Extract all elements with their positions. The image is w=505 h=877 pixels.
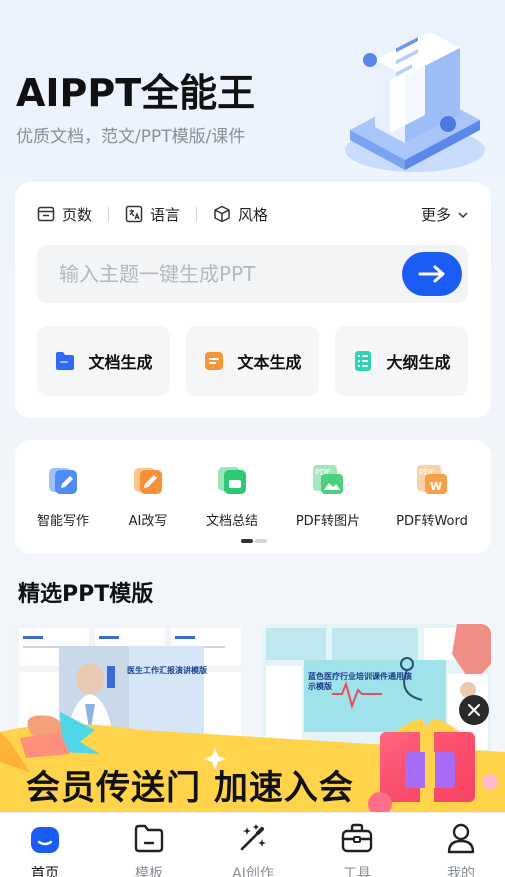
tool-smart-write[interactable]: 智能写作	[18, 464, 108, 529]
tab-label: 首页	[31, 866, 59, 877]
tools-card: 智能写作 AI改写 文档总结 PDF PDF转图片 PDF W PDF转Word	[15, 440, 491, 554]
divider	[108, 207, 110, 221]
close-icon	[468, 704, 480, 716]
tool-pdf-to-word[interactable]: PDF W PDF转Word	[387, 464, 477, 529]
divider	[196, 207, 198, 221]
tool-pdf-to-image[interactable]: PDF PDF转图片	[283, 464, 373, 529]
chevron-down-icon	[458, 211, 468, 218]
pages-icon	[37, 206, 55, 222]
tool-doc-summary[interactable]: 文档总结	[187, 464, 277, 529]
tool-ai-rewrite[interactable]: AI改写	[103, 464, 193, 529]
svg-text:W: W	[430, 480, 442, 493]
home-icon	[31, 827, 59, 853]
ai-create-wand-icon	[240, 824, 266, 851]
app-title: AIPPT全能王	[16, 71, 256, 115]
tool-label: 文档总结	[205, 514, 258, 529]
tab-home[interactable]: 首页	[10, 821, 80, 877]
tool-label: PDF转Word	[396, 514, 468, 529]
tool-label: 智能写作	[36, 514, 89, 529]
tab-ai-create[interactable]: AI创作	[218, 821, 288, 877]
close-banner-button[interactable]	[459, 695, 489, 725]
option-pages[interactable]: 页数	[37, 204, 92, 225]
app-subtitle: 优质文档，范文/PPT模版/课件	[16, 127, 246, 147]
text-generate-label: 文本生成	[237, 353, 302, 372]
membership-promo-banner[interactable]: 会员传送门 加速入会	[0, 712, 505, 812]
profile-icon	[447, 823, 475, 854]
template-folder-icon	[134, 824, 164, 853]
option-label: 页数	[62, 205, 93, 224]
toolbox-icon	[341, 823, 373, 853]
document-generate-button[interactable]: 文档生成	[37, 326, 170, 396]
indicator-dot	[255, 539, 267, 543]
template-title: 蓝色医疗行业培训课件通用演示模版	[308, 672, 412, 691]
text-doc-icon	[205, 352, 224, 370]
topic-input-box	[37, 245, 468, 303]
more-options-button[interactable]: 更多	[421, 204, 469, 225]
tool-label: AI改写	[128, 514, 168, 529]
document-folder-icon	[56, 352, 75, 370]
banner-text: 会员传送门 加速入会	[26, 768, 354, 808]
document-generate-label: 文档生成	[88, 353, 153, 372]
ppt-generator-card: 页数 语言 风格 更多 文档生成 文本生成 大纲生成	[15, 182, 491, 418]
option-label: 风格	[238, 205, 269, 224]
smart-write-icon	[49, 468, 77, 494]
tab-label: 我的	[447, 866, 475, 877]
option-label: 语言	[150, 205, 181, 224]
doc-summary-icon	[218, 467, 246, 494]
style-cube-icon	[214, 205, 230, 223]
section-title: 精选PPT模版	[18, 582, 154, 607]
text-generate-button[interactable]: 文本生成	[186, 326, 319, 396]
outline-generate-button[interactable]: 大纲生成	[335, 326, 468, 396]
document-printer-illustration	[345, 32, 485, 172]
generator-options: 页数 语言 风格	[37, 204, 268, 224]
pdf-to-word-icon: PDFW	[417, 465, 447, 494]
more-label: 更多	[420, 206, 451, 224]
tab-label: 工具	[343, 866, 371, 877]
indicator-dot-active	[241, 539, 253, 543]
tab-templates[interactable]: 模板	[114, 821, 184, 877]
topic-input[interactable]	[59, 245, 389, 303]
option-style[interactable]: 风格	[213, 204, 268, 225]
tab-tools[interactable]: 工具	[322, 821, 392, 877]
carousel-indicator	[241, 539, 269, 543]
language-icon	[125, 205, 143, 223]
tab-profile[interactable]: 我的	[426, 821, 496, 877]
ai-rewrite-icon	[134, 468, 162, 494]
tab-label: AI创作	[232, 866, 274, 877]
option-language[interactable]: 语言	[125, 204, 180, 225]
generate-submit-button[interactable]	[402, 252, 462, 296]
pdf-to-image-icon: PDF	[313, 465, 343, 494]
outline-list-icon	[355, 351, 372, 371]
bottom-tab-bar: 首页 模板 AI创作 工具 我的	[0, 812, 505, 877]
template-title: 医生工作汇报演讲模版	[127, 666, 207, 675]
arrow-right-icon	[418, 265, 445, 283]
outline-generate-label: 大纲生成	[386, 353, 451, 372]
tab-label: 模板	[135, 866, 163, 877]
tool-label: PDF转图片	[295, 514, 361, 529]
